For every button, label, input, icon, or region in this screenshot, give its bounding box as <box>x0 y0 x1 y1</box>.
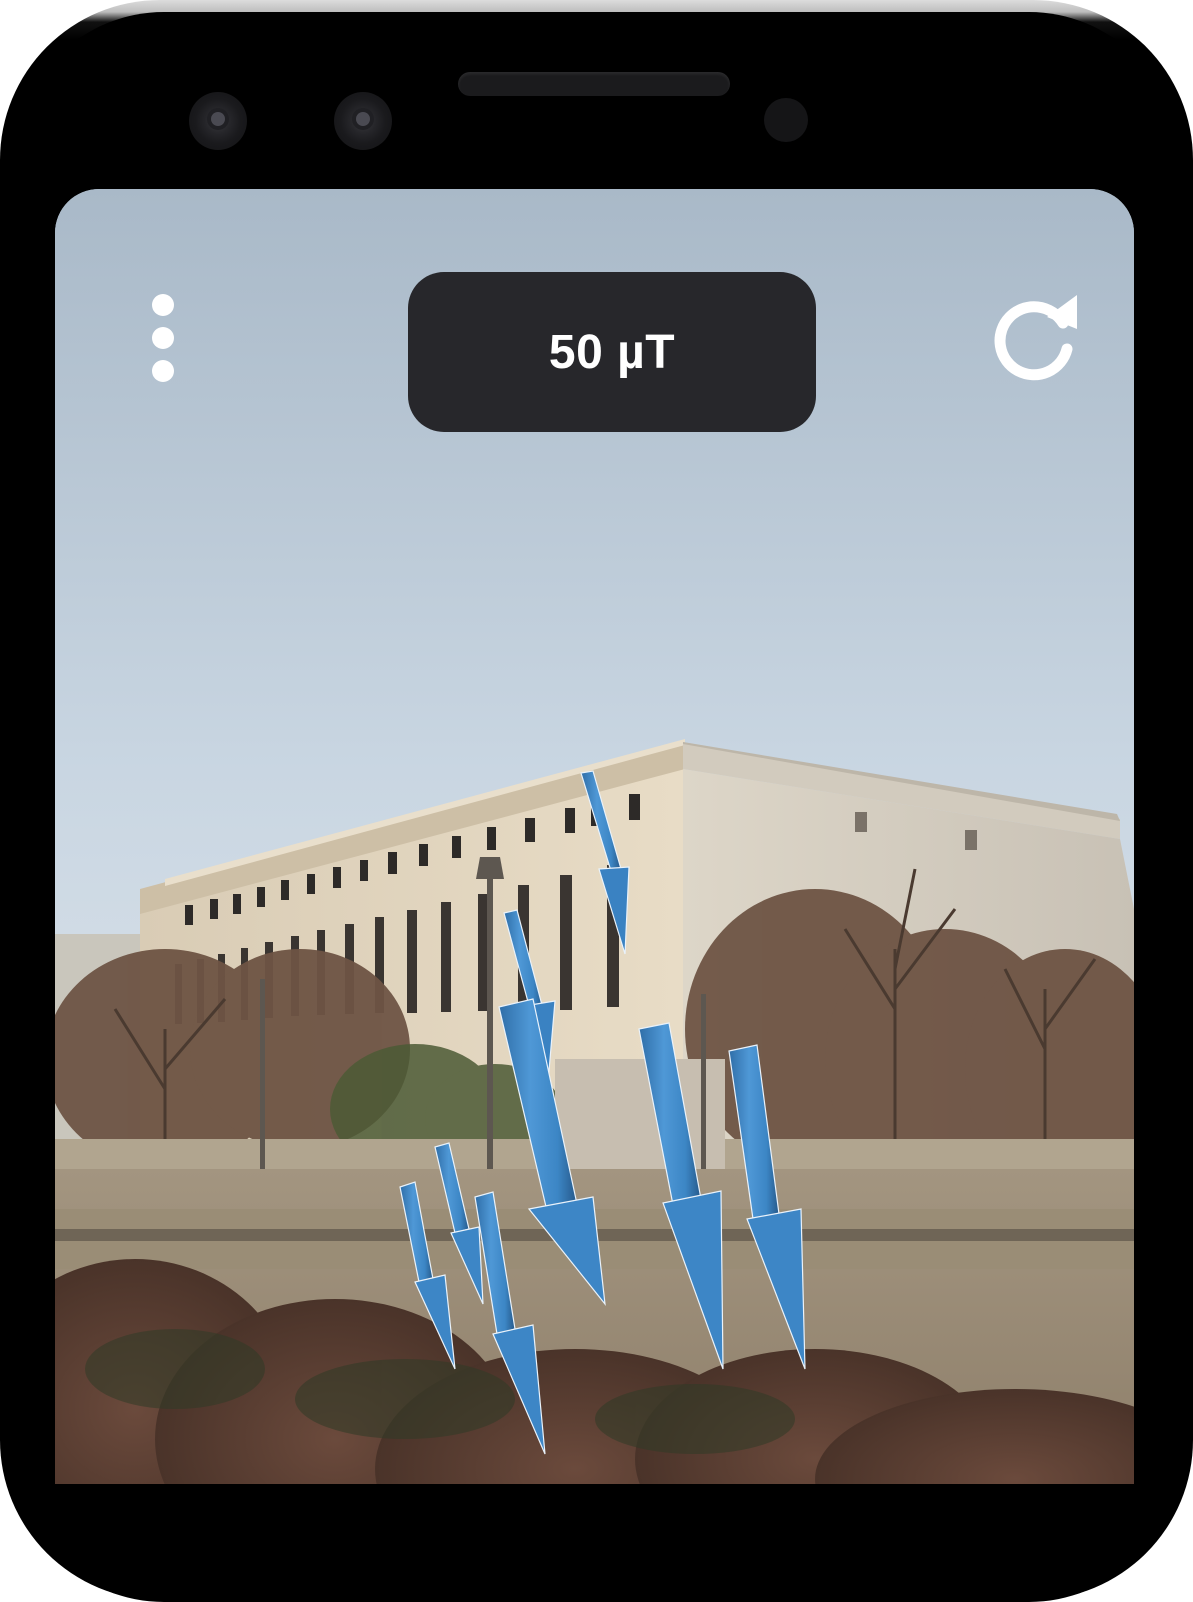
refresh-icon <box>994 295 1077 381</box>
proximity-sensor <box>764 98 808 142</box>
more-vertical-icon-dot <box>152 327 174 349</box>
phone-mockup: 50 µT <box>0 0 1193 1602</box>
magnetic-field-reading: 50 µT <box>408 272 816 432</box>
app-screen: 50 µT <box>55 189 1134 1484</box>
refresh-button[interactable] <box>985 287 1085 387</box>
more-vertical-icon-dot <box>152 360 174 382</box>
overflow-menu-button[interactable] <box>145 289 181 389</box>
more-vertical-icon-dot <box>152 294 174 316</box>
front-camera-icon <box>189 92 247 150</box>
front-camera-secondary-icon <box>334 92 392 150</box>
earpiece-speaker <box>458 72 730 96</box>
field-value: 50 µT <box>548 325 676 379</box>
